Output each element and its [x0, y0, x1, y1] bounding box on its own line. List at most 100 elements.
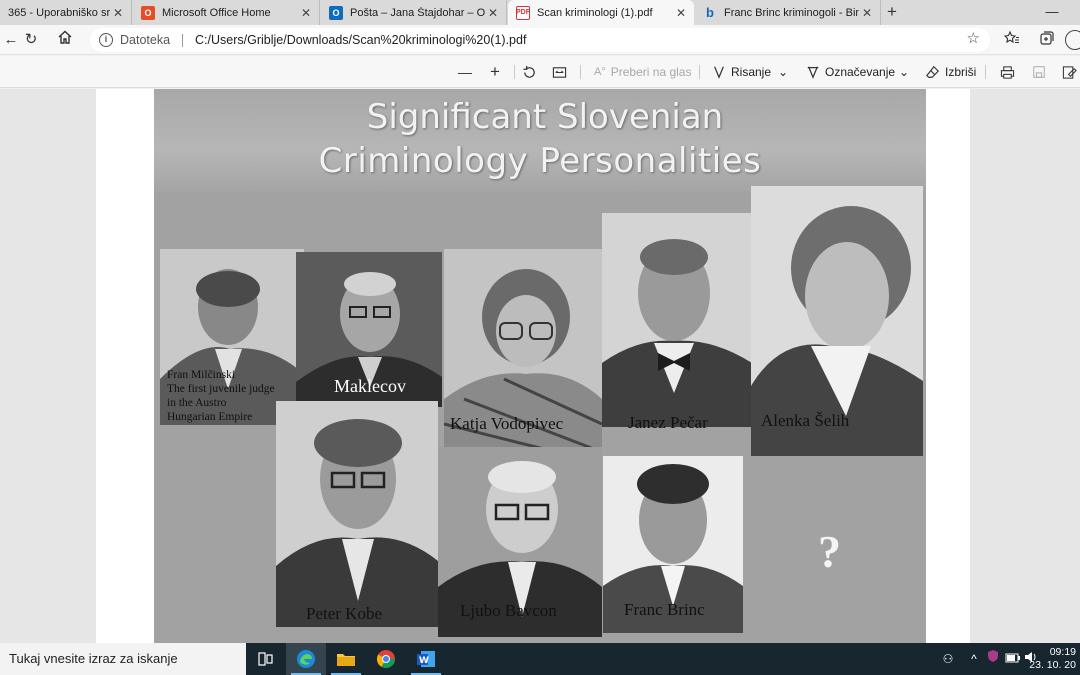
collections-icon: [1040, 31, 1054, 45]
caption-kobe: Peter Kobe: [306, 604, 383, 623]
zoom-out-button[interactable]: —: [458, 63, 477, 81]
clock-date: 23. 10. 20: [1029, 659, 1076, 671]
save-as-button[interactable]: [1062, 63, 1077, 81]
separator: [580, 65, 581, 79]
draw-label: Risanje: [731, 65, 772, 79]
outlook-icon: O: [329, 5, 343, 20]
rotate-button[interactable]: [522, 63, 537, 81]
favorites-button[interactable]: [1001, 30, 1023, 50]
tab-scan-pdf[interactable]: PDF Scan kriminologi (1).pdf ✕: [508, 0, 694, 25]
clock-time: 09:19: [1049, 646, 1076, 658]
refresh-button[interactable]: ↻: [20, 29, 42, 51]
title-line-2: Criminology Personalities: [318, 141, 762, 181]
read-aloud-button[interactable]: A° Preberi na glas: [594, 63, 691, 81]
draw-options-dropdown[interactable]: ⌄: [778, 63, 788, 81]
taskbar-file-explorer[interactable]: [326, 643, 366, 675]
folder-icon: [337, 654, 355, 666]
task-view-icon: [258, 652, 273, 666]
taskbar-edge[interactable]: [286, 643, 326, 675]
caption-line: Hungarian Empire: [167, 411, 253, 423]
battery-icon[interactable]: [1004, 643, 1022, 675]
people-icon[interactable]: ⚇: [938, 643, 958, 675]
erase-label: Izbriši: [945, 65, 977, 79]
caption-line: The first juvenile judge: [167, 383, 275, 395]
tab-office-home[interactable]: O Microsoft Office Home ✕: [133, 0, 320, 25]
favorite-star-icon[interactable]: ☆: [967, 29, 980, 47]
caption-pecar: Janez Pečar: [628, 413, 708, 432]
photo-kobe: [276, 401, 438, 627]
draw-button[interactable]: Risanje: [712, 63, 771, 81]
scrollbar[interactable]: [1070, 89, 1080, 643]
tab-outlook[interactable]: O Pošta – Jana Štajdohar – Outlook ✕: [321, 0, 507, 25]
url-text: C:/Users/Griblje/Downloads/Scan%20krimin…: [195, 33, 527, 47]
system-clock[interactable]: 09:19 23. 10. 20: [1029, 646, 1076, 672]
word-icon: W: [417, 651, 435, 667]
save-icon: [1033, 66, 1045, 78]
pdf-toolbar: — + A° Preberi na glas Risanje ⌄ Označeva…: [0, 56, 1080, 88]
unknown-personality-mark: ?: [818, 526, 841, 577]
separator: [699, 65, 700, 79]
tab-label: Franc Brinc kriminogoli - Bing: [724, 6, 859, 19]
tab-label: Microsoft Office Home: [162, 6, 271, 19]
print-icon: [1000, 65, 1015, 79]
close-icon[interactable]: ✕: [485, 6, 501, 20]
new-tab-button[interactable]: +: [882, 0, 902, 25]
rotate-icon: [523, 65, 535, 78]
close-icon[interactable]: ✕: [110, 6, 126, 20]
chevron-up-icon[interactable]: ^: [966, 643, 982, 675]
taskbar-search-input[interactable]: Tukaj vnesite izraz za iskanje: [0, 643, 246, 675]
close-icon[interactable]: ✕: [673, 6, 689, 20]
caption-selih: Alenka Šelih: [761, 411, 850, 430]
profile-button[interactable]: [1065, 30, 1080, 50]
caption-line: in the Austro: [167, 397, 227, 409]
taskbar-word[interactable]: W: [406, 643, 446, 675]
caption-milcinski: Fran Milčinski The first juvenile judge …: [167, 368, 275, 424]
erase-button[interactable]: Izbriši: [926, 63, 976, 81]
portrait-image: [276, 401, 438, 627]
separator: [985, 65, 986, 79]
security-icon[interactable]: [984, 643, 1002, 675]
save-as-icon: [1062, 65, 1077, 79]
shield-icon: [988, 650, 998, 662]
tab-365[interactable]: 365 - Uporabniško središč ✕: [0, 0, 132, 25]
home-button[interactable]: [54, 29, 76, 51]
battery-shape: [1005, 653, 1020, 663]
separator: [514, 65, 515, 79]
save-button[interactable]: [1032, 63, 1046, 81]
minimize-button[interactable]: —: [1035, 0, 1069, 25]
caption-maklecov: Maklecov: [334, 376, 406, 396]
pdf-icon: PDF: [516, 5, 530, 20]
svg-text:W: W: [419, 656, 429, 666]
url-field[interactable]: i Datoteka C:/Users/Griblje/Downloads/Sc…: [90, 28, 990, 52]
fit-page-icon: [552, 66, 567, 78]
caption-line: Fran Milčinski: [167, 369, 236, 381]
chevron-down-icon: ⌄: [899, 65, 910, 79]
chrome-icon: [376, 650, 395, 669]
print-button[interactable]: [1000, 63, 1015, 81]
pdf-page: Significant Slovenian Criminology Person…: [96, 89, 970, 643]
task-view-button[interactable]: [246, 643, 286, 675]
back-button[interactable]: ←: [0, 29, 22, 51]
close-icon[interactable]: ✕: [298, 6, 314, 20]
highlight-options-dropdown[interactable]: ⌄: [899, 63, 909, 81]
windows-taskbar: Tukaj vnesite izraz za iskanje W ⚇ ^ 09:…: [0, 643, 1080, 675]
collections-button[interactable]: [1036, 30, 1058, 50]
fit-page-button[interactable]: [552, 63, 567, 81]
taskbar-chrome[interactable]: [366, 643, 406, 675]
info-icon[interactable]: i: [99, 33, 113, 47]
poster-title: Significant Slovenian Criminology Person…: [154, 95, 926, 183]
office-icon: O: [141, 5, 155, 20]
highlight-button[interactable]: Označevanje: [806, 63, 895, 81]
edge-icon: [297, 650, 315, 668]
tab-bing[interactable]: b Franc Brinc kriminogoli - Bing ✕: [695, 0, 881, 25]
read-aloud-label: Preberi na glas: [610, 65, 692, 79]
portrait-image: [602, 213, 752, 427]
pdf-viewer[interactable]: Significant Slovenian Criminology Person…: [0, 89, 1080, 643]
caption-vodopivec: Katja Vodopivec: [450, 414, 564, 433]
tab-label: Scan kriminologi (1).pdf: [537, 6, 653, 19]
zoom-in-button[interactable]: +: [490, 63, 505, 81]
tab-strip: 365 - Uporabniško središč ✕ O Microsoft …: [0, 0, 1080, 25]
close-icon[interactable]: ✕: [859, 6, 875, 20]
address-bar: ← ↻ i Datoteka C:/Users/Griblje/Download…: [0, 25, 1080, 55]
minus-icon: —: [458, 64, 472, 80]
